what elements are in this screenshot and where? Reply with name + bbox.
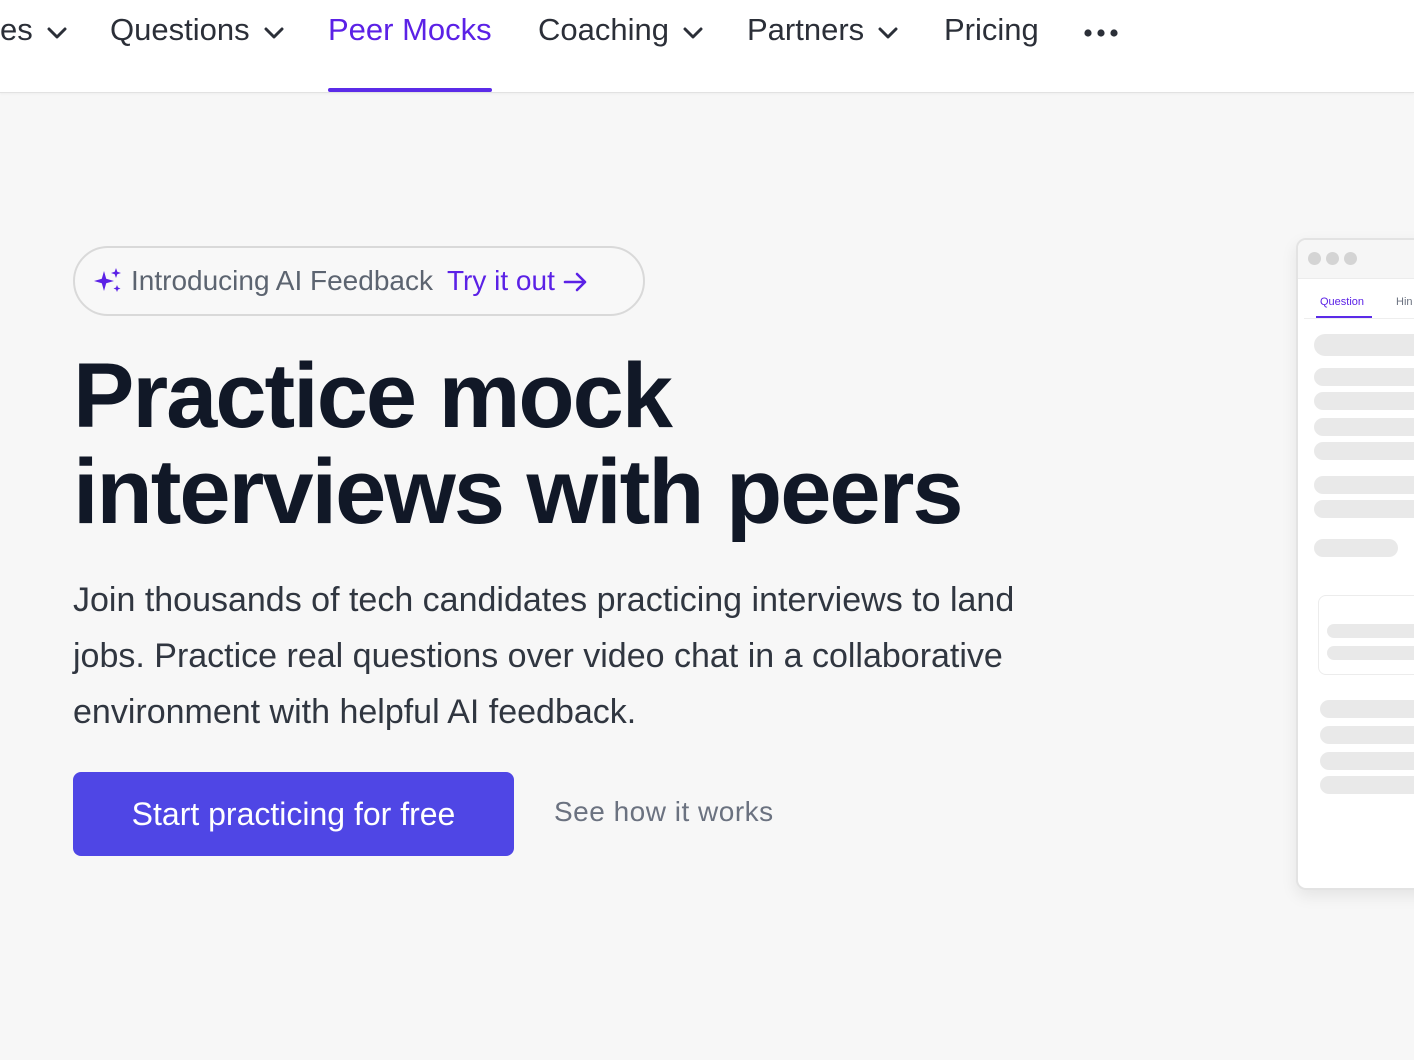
skeleton-line (1327, 646, 1414, 660)
skeleton-line (1327, 624, 1414, 638)
tab-question[interactable]: Question (1320, 296, 1364, 308)
chevron-down-icon (264, 27, 284, 39)
skeleton-line (1314, 418, 1414, 436)
window-dot-icon (1326, 252, 1339, 265)
headline-line-2: interviews with peers (73, 441, 964, 543)
top-navigation: es Questions Peer Mocks Coaching Partner… (0, 0, 1414, 93)
window-dot-icon (1308, 252, 1321, 265)
ai-feedback-announcement[interactable]: Introducing AI Feedback Try it out (73, 246, 645, 316)
window-dot-icon (1344, 252, 1357, 265)
app-preview-window: Question Hin (1296, 238, 1414, 890)
nav-item-label: Coaching (538, 12, 669, 47)
window-titlebar (1298, 240, 1414, 279)
ellipsis-icon[interactable] (1083, 24, 1119, 42)
skeleton-line (1314, 500, 1414, 518)
nav-item-peer-mocks[interactable]: Peer Mocks (328, 0, 492, 92)
nav-item-label: Partners (747, 12, 865, 47)
see-how-it-works-link[interactable]: See how it works (554, 796, 774, 828)
nav-item-coaching[interactable]: Coaching (538, 0, 703, 92)
nav-item-label: es (0, 12, 33, 47)
skeleton-line (1320, 776, 1414, 794)
sparkle-icon (94, 268, 121, 292)
skeleton-line (1314, 476, 1414, 494)
nav-item-label: Pricing (944, 12, 1039, 47)
skeleton-line (1314, 442, 1414, 460)
skeleton-line (1314, 334, 1414, 356)
skeleton-line (1320, 700, 1414, 718)
tabs-divider (1304, 318, 1414, 319)
nav-item-label: Questions (110, 12, 250, 47)
nav-item-pricing[interactable]: Pricing (944, 0, 1039, 92)
chevron-down-icon (878, 27, 898, 39)
try-it-out-link[interactable]: Try it out (447, 265, 555, 297)
skeleton-line (1320, 752, 1414, 770)
arrow-right-icon (563, 272, 587, 292)
hero-subtext: Join thousands of tech candidates practi… (73, 581, 1015, 731)
skeleton-line (1314, 539, 1398, 557)
nav-item-solutions[interactable]: es (0, 0, 67, 92)
skeleton-line (1314, 368, 1414, 386)
skeleton-line (1320, 726, 1414, 744)
nav-item-label: Peer Mocks (328, 12, 492, 47)
start-practicing-button[interactable]: Start practicing for free (73, 772, 514, 856)
nav-item-partners[interactable]: Partners (747, 0, 898, 92)
skeleton-line (1314, 392, 1414, 410)
chevron-down-icon (47, 27, 67, 39)
preview-card (1318, 595, 1414, 675)
nav-item-questions[interactable]: Questions (110, 0, 284, 92)
announcement-text: Introducing AI Feedback (131, 265, 433, 296)
chevron-down-icon (683, 27, 703, 39)
active-tab-indicator (1316, 316, 1372, 318)
tab-hints[interactable]: Hin (1396, 296, 1413, 308)
headline-line-1: Practice mock (73, 345, 673, 447)
hero-headline: Practice mock interviews with peers (73, 345, 964, 543)
